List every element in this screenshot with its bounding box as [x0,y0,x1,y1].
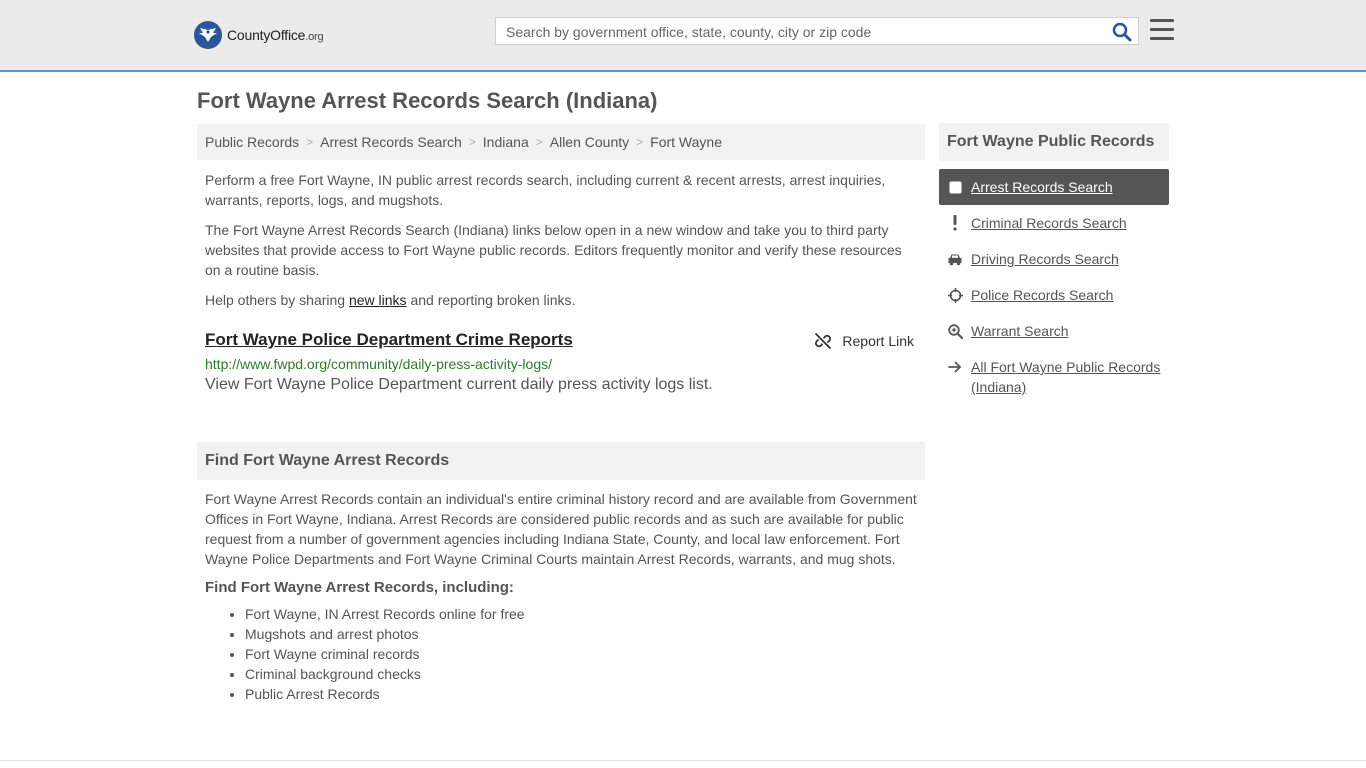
list-item: Fort Wayne criminal records [245,644,920,664]
report-link-label: Report Link [842,333,914,349]
intro-paragraph-3: Help others by sharing new links and rep… [205,290,920,310]
breadcrumb-fort-wayne[interactable]: Fort Wayne [650,134,722,150]
intro-section: Perform a free Fort Wayne, IN public arr… [205,170,920,320]
sidebar-item-label: Police Records Search [971,287,1114,303]
intro-paragraph-2: The Fort Wayne Arrest Records Search (In… [205,222,902,278]
find-section-heading: Find Fort Wayne Arrest Records [197,442,925,480]
sidebar-item-police-records-search[interactable]: Police Records Search [939,277,1169,313]
list-item: Public Arrest Records [245,684,920,704]
sidebar-item-driving-records-search[interactable]: Driving Records Search [939,241,1169,277]
arrow-right-icon [947,357,963,377]
sidebar-title: Fort Wayne Public Records [939,123,1169,161]
square-icon [947,177,963,197]
sidebar-item-label: Driving Records Search [971,251,1119,267]
report-link-button[interactable]: Report Link [814,332,914,350]
resource-url: http://www.fwpd.org/community/daily-pres… [205,356,552,372]
resource-card: Fort Wayne Police Department Crime Repor… [205,330,920,394]
breadcrumb-allen-county[interactable]: Allen County [550,134,629,150]
breadcrumb-indiana[interactable]: Indiana [483,134,529,150]
sidebar-item-label: Warrant Search [971,323,1069,339]
page-title: Fort Wayne Arrest Records Search (Indian… [197,88,658,113]
sidebar-item-label: Criminal Records Search [971,215,1127,231]
sidebar-item-label: All Fort Wayne Public Records (Indiana) [971,359,1161,395]
site-header: CountyOffice.org [0,0,1366,72]
logo-brand: CountyOffice [227,27,306,43]
find-section-subheading: Find Fort Wayne Arrest Records, includin… [205,579,514,596]
car-icon [947,249,963,269]
eagle-logo-icon [194,21,222,49]
sidebar-item-all-public-records[interactable]: All Fort Wayne Public Records (Indiana) [939,349,1169,405]
breadcrumb-arrest-records-search[interactable]: Arrest Records Search [320,134,462,150]
intro-share-text: Help others by sharing [205,292,349,308]
chevron-right-icon: > [535,135,543,149]
intro-report-text: and reporting broken links. [406,292,576,308]
find-section-body: Fort Wayne Arrest Records contain an ind… [205,489,920,704]
hamburger-menu-icon[interactable] [1150,19,1174,41]
sidebar-nav: Arrest Records Search Criminal Records S… [939,169,1169,405]
breadcrumb-public-records[interactable]: Public Records [205,134,299,150]
exclamation-icon [947,213,963,233]
logo-text: CountyOffice.org [227,27,324,43]
chevron-right-icon: > [468,135,476,149]
footer-divider [0,760,1366,761]
find-list: Fort Wayne, IN Arrest Records online for… [205,604,920,704]
search-box [495,17,1139,46]
find-section-paragraph: Fort Wayne Arrest Records contain an ind… [205,491,917,567]
sidebar-item-label: Arrest Records Search [971,179,1113,195]
crosshairs-icon [947,285,963,305]
sidebar-item-criminal-records-search[interactable]: Criminal Records Search [939,205,1169,241]
site-logo[interactable]: CountyOffice.org [194,20,324,50]
sidebar-item-warrant-search[interactable]: Warrant Search [939,313,1169,349]
breadcrumb: Public Records > Arrest Records Search >… [197,124,925,160]
intro-paragraph-1: Perform a free Fort Wayne, IN public arr… [205,172,886,208]
sidebar-item-arrest-records-search[interactable]: Arrest Records Search [939,169,1169,205]
new-links-link[interactable]: new links [349,292,407,308]
resource-description: View Fort Wayne Police Department curren… [205,376,713,393]
resource-title-link[interactable]: Fort Wayne Police Department Crime Repor… [205,330,573,350]
search-icon[interactable] [1112,22,1132,42]
list-item: Mugshots and arrest photos [245,624,920,644]
chevron-right-icon: > [306,135,314,149]
list-item: Criminal background checks [245,664,920,684]
list-item: Fort Wayne, IN Arrest Records online for… [245,604,920,624]
search-input[interactable] [504,18,1108,46]
logo-tld: .org [305,31,324,43]
sidebar: Fort Wayne Public Records Arrest Records… [939,123,1169,405]
chevron-right-icon: > [636,135,644,149]
magnify-plus-icon [947,321,963,341]
broken-link-icon [815,333,832,349]
